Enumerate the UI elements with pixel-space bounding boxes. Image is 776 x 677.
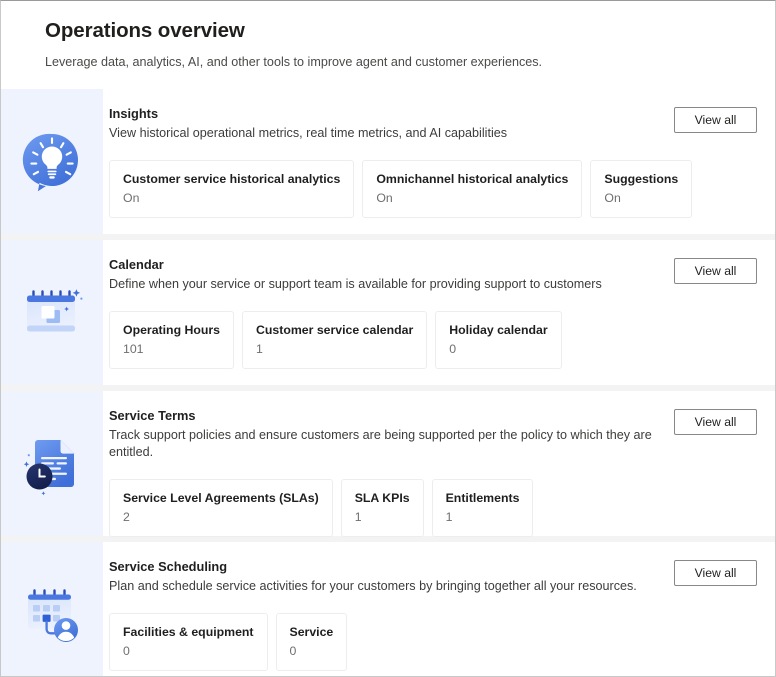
operations-overview-page: Operations overview Leverage data, analy…	[0, 0, 776, 677]
metric-tile-label: Customer service calendar	[256, 322, 413, 338]
card-icon-pane	[1, 391, 103, 536]
card-icon-pane	[1, 89, 103, 234]
metric-tile-label: Entitlements	[446, 490, 520, 506]
card-title: Service Scheduling	[109, 558, 662, 575]
card-body: Calendar Define when your service or supp…	[103, 240, 775, 385]
overview-card-service-scheduling: Service Scheduling Plan and schedule serv…	[1, 542, 775, 677]
card-header: Calendar Define when your service or supp…	[109, 256, 761, 293]
metric-tile[interactable]: Omnichannel historical analytics On	[362, 160, 582, 218]
metric-tile-value: On	[604, 191, 678, 206]
metric-tile-value: 0	[123, 644, 254, 659]
metric-tile[interactable]: Entitlements 1	[432, 479, 534, 537]
metric-tile-value: On	[123, 191, 340, 206]
view-all-button[interactable]: View all	[674, 409, 757, 435]
card-description: Track support policies and ensure custom…	[109, 427, 662, 461]
document-clock-icon	[16, 428, 88, 500]
card-tile-row: Customer service historical analyticsOnO…	[109, 160, 761, 218]
calendar-sparkle-icon	[16, 277, 88, 349]
card-body: Service Scheduling Plan and schedule serv…	[103, 542, 775, 677]
card-title: Insights	[109, 105, 662, 122]
view-all-button[interactable]: View all	[674, 107, 757, 133]
metric-tile-value: 2	[123, 510, 319, 525]
card-body: Service Terms Track support policies and …	[103, 391, 775, 536]
metric-tile[interactable]: Operating Hours 101	[109, 311, 234, 369]
card-description: View historical operational metrics, rea…	[109, 125, 662, 142]
metric-tile-label: Operating Hours	[123, 322, 220, 338]
card-tile-row: Facilities & equipment 0 Service 0	[109, 613, 761, 671]
metric-tile-label: Facilities & equipment	[123, 624, 254, 640]
metric-tile-value: On	[376, 191, 568, 206]
calendar-person-icon	[16, 578, 88, 650]
metric-tile[interactable]: SLA KPIs 1	[341, 479, 424, 537]
card-header: Service Terms Track support policies and …	[109, 407, 761, 461]
card-header: Service Scheduling Plan and schedule serv…	[109, 558, 761, 595]
metric-tile-label: SLA KPIs	[355, 490, 410, 506]
view-all-button[interactable]: View all	[674, 258, 757, 284]
view-all-button[interactable]: View all	[674, 560, 757, 586]
metric-tile-value: 1	[446, 510, 520, 525]
card-header-text: Service Terms Track support policies and …	[109, 407, 662, 461]
card-tile-row: Service Level Agreements (SLAs) 2 SLA KPIs…	[109, 479, 761, 537]
page-subtitle: Leverage data, analytics, AI, and other …	[45, 54, 775, 71]
metric-tile[interactable]: Service Level Agreements (SLAs) 2	[109, 479, 333, 537]
overview-card-service-terms: Service Terms Track support policies and …	[1, 391, 775, 536]
metric-tile-value: 1	[355, 510, 410, 525]
metric-tile[interactable]: Facilities & equipment 0	[109, 613, 268, 671]
metric-tile-value: 101	[123, 342, 220, 357]
card-description: Define when your service or support team…	[109, 276, 662, 293]
overview-card-list: Insights View historical operational metr…	[1, 89, 775, 677]
metric-tile-label: Holiday calendar	[449, 322, 547, 338]
page-title: Operations overview	[45, 17, 775, 45]
metric-tile[interactable]: Service 0	[276, 613, 348, 671]
card-body: Insights View historical operational metr…	[103, 89, 775, 234]
card-header-text: Calendar Define when your service or supp…	[109, 256, 662, 293]
card-tile-row: Operating Hours 101 Customer service calen…	[109, 311, 761, 369]
metric-tile-value: 0	[449, 342, 547, 357]
metric-tile-label: Service	[290, 624, 334, 640]
metric-tile[interactable]: Customer service calendar 1	[242, 311, 427, 369]
card-header-text: Insights View historical operational metr…	[109, 105, 662, 142]
metric-tile[interactable]: Holiday calendar 0	[435, 311, 561, 369]
metric-tile-value: 0	[290, 644, 334, 659]
metric-tile-label: Customer service historical analytics	[123, 171, 340, 187]
page-header: Operations overview Leverage data, analy…	[1, 1, 775, 89]
metric-tile[interactable]: Customer service historical analytics On	[109, 160, 354, 218]
overview-card-calendar: Calendar Define when your service or supp…	[1, 240, 775, 385]
card-title: Calendar	[109, 256, 662, 273]
metric-tile-label: Service Level Agreements (SLAs)	[123, 490, 319, 506]
metric-tile-value: 1	[256, 342, 413, 357]
overview-card-insights: Insights View historical operational metr…	[1, 89, 775, 234]
card-header: Insights View historical operational metr…	[109, 105, 761, 142]
card-icon-pane	[1, 542, 103, 677]
metric-tile-label: Suggestions	[604, 171, 678, 187]
card-title: Service Terms	[109, 407, 662, 424]
metric-tile-label: Omnichannel historical analytics	[376, 171, 568, 187]
metric-tile[interactable]: Suggestions On	[590, 160, 692, 218]
lightbulb-speech-bubble-icon	[16, 126, 88, 198]
card-description: Plan and schedule service activities for…	[109, 578, 662, 595]
card-header-text: Service Scheduling Plan and schedule serv…	[109, 558, 662, 595]
card-icon-pane	[1, 240, 103, 385]
